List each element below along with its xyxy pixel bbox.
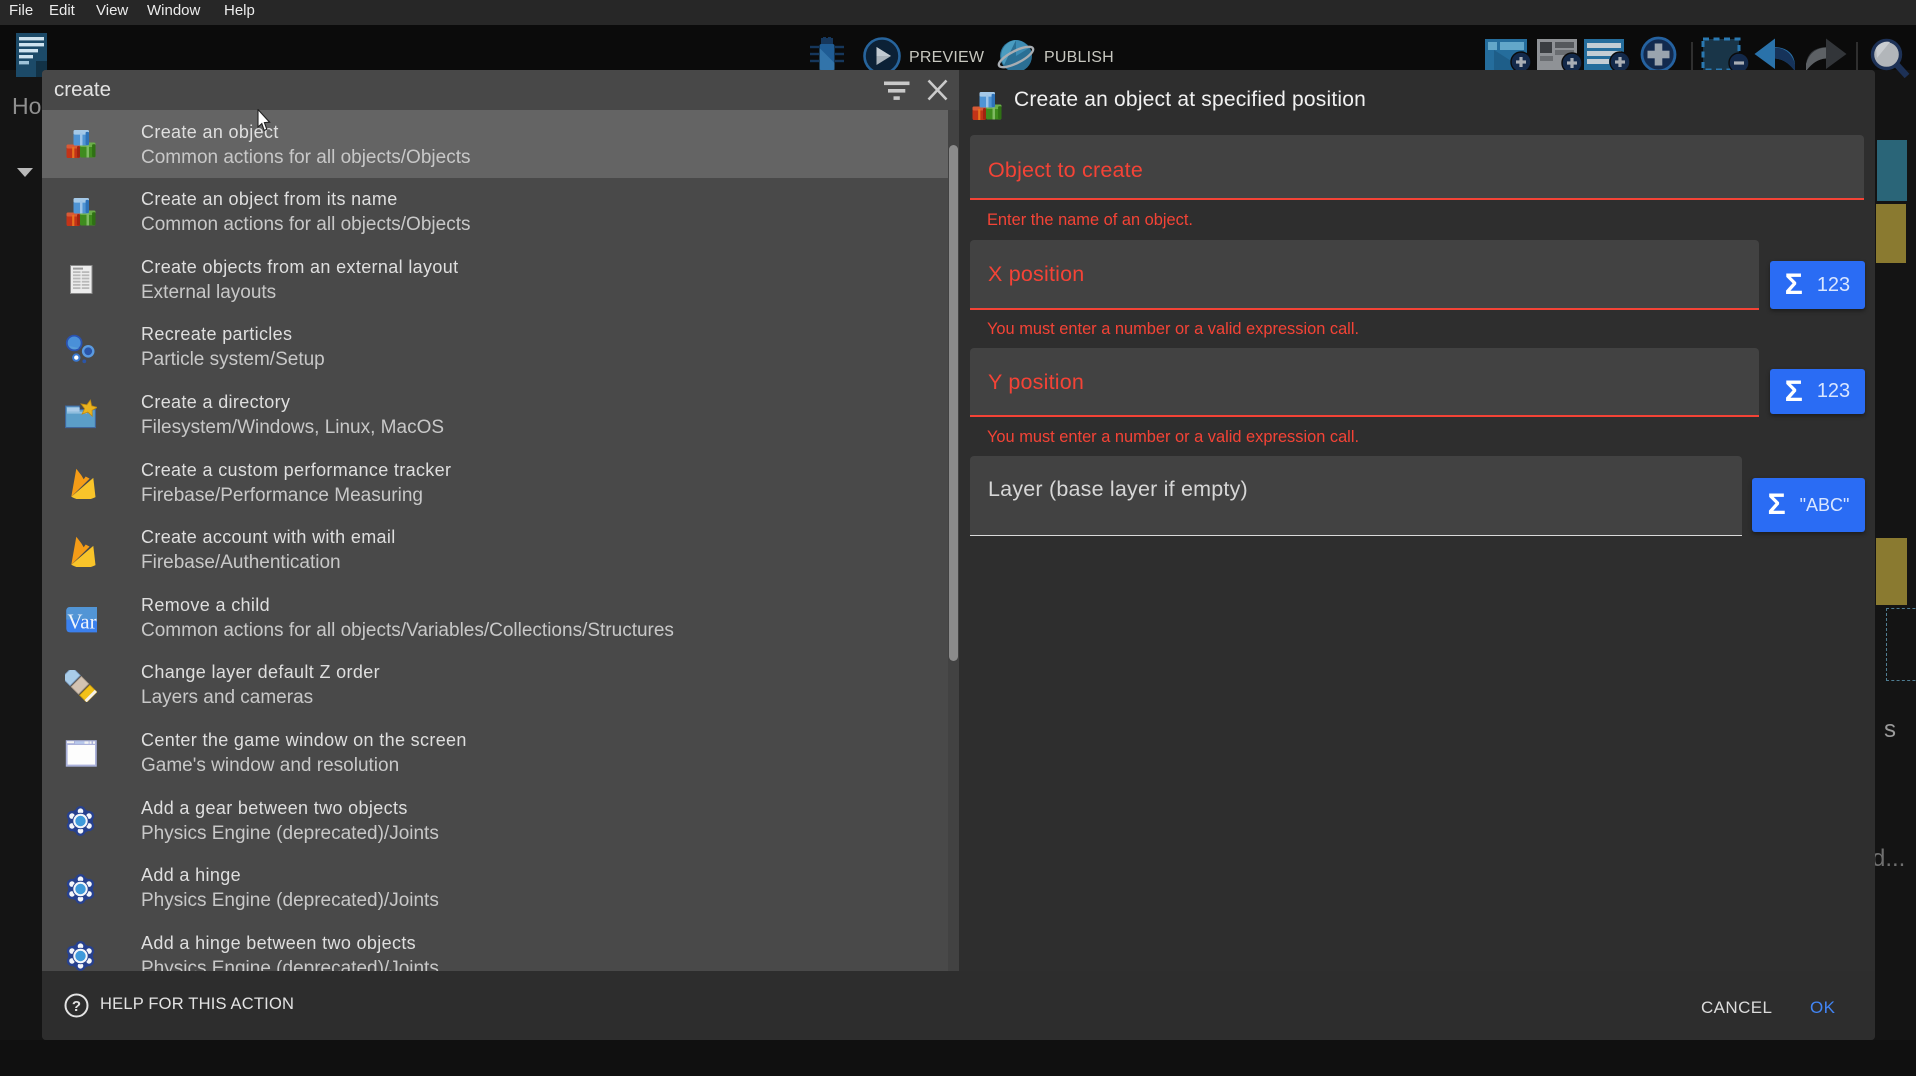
svg-text:?: ? <box>72 998 81 1015</box>
svg-text:Var: Var <box>67 610 96 634</box>
